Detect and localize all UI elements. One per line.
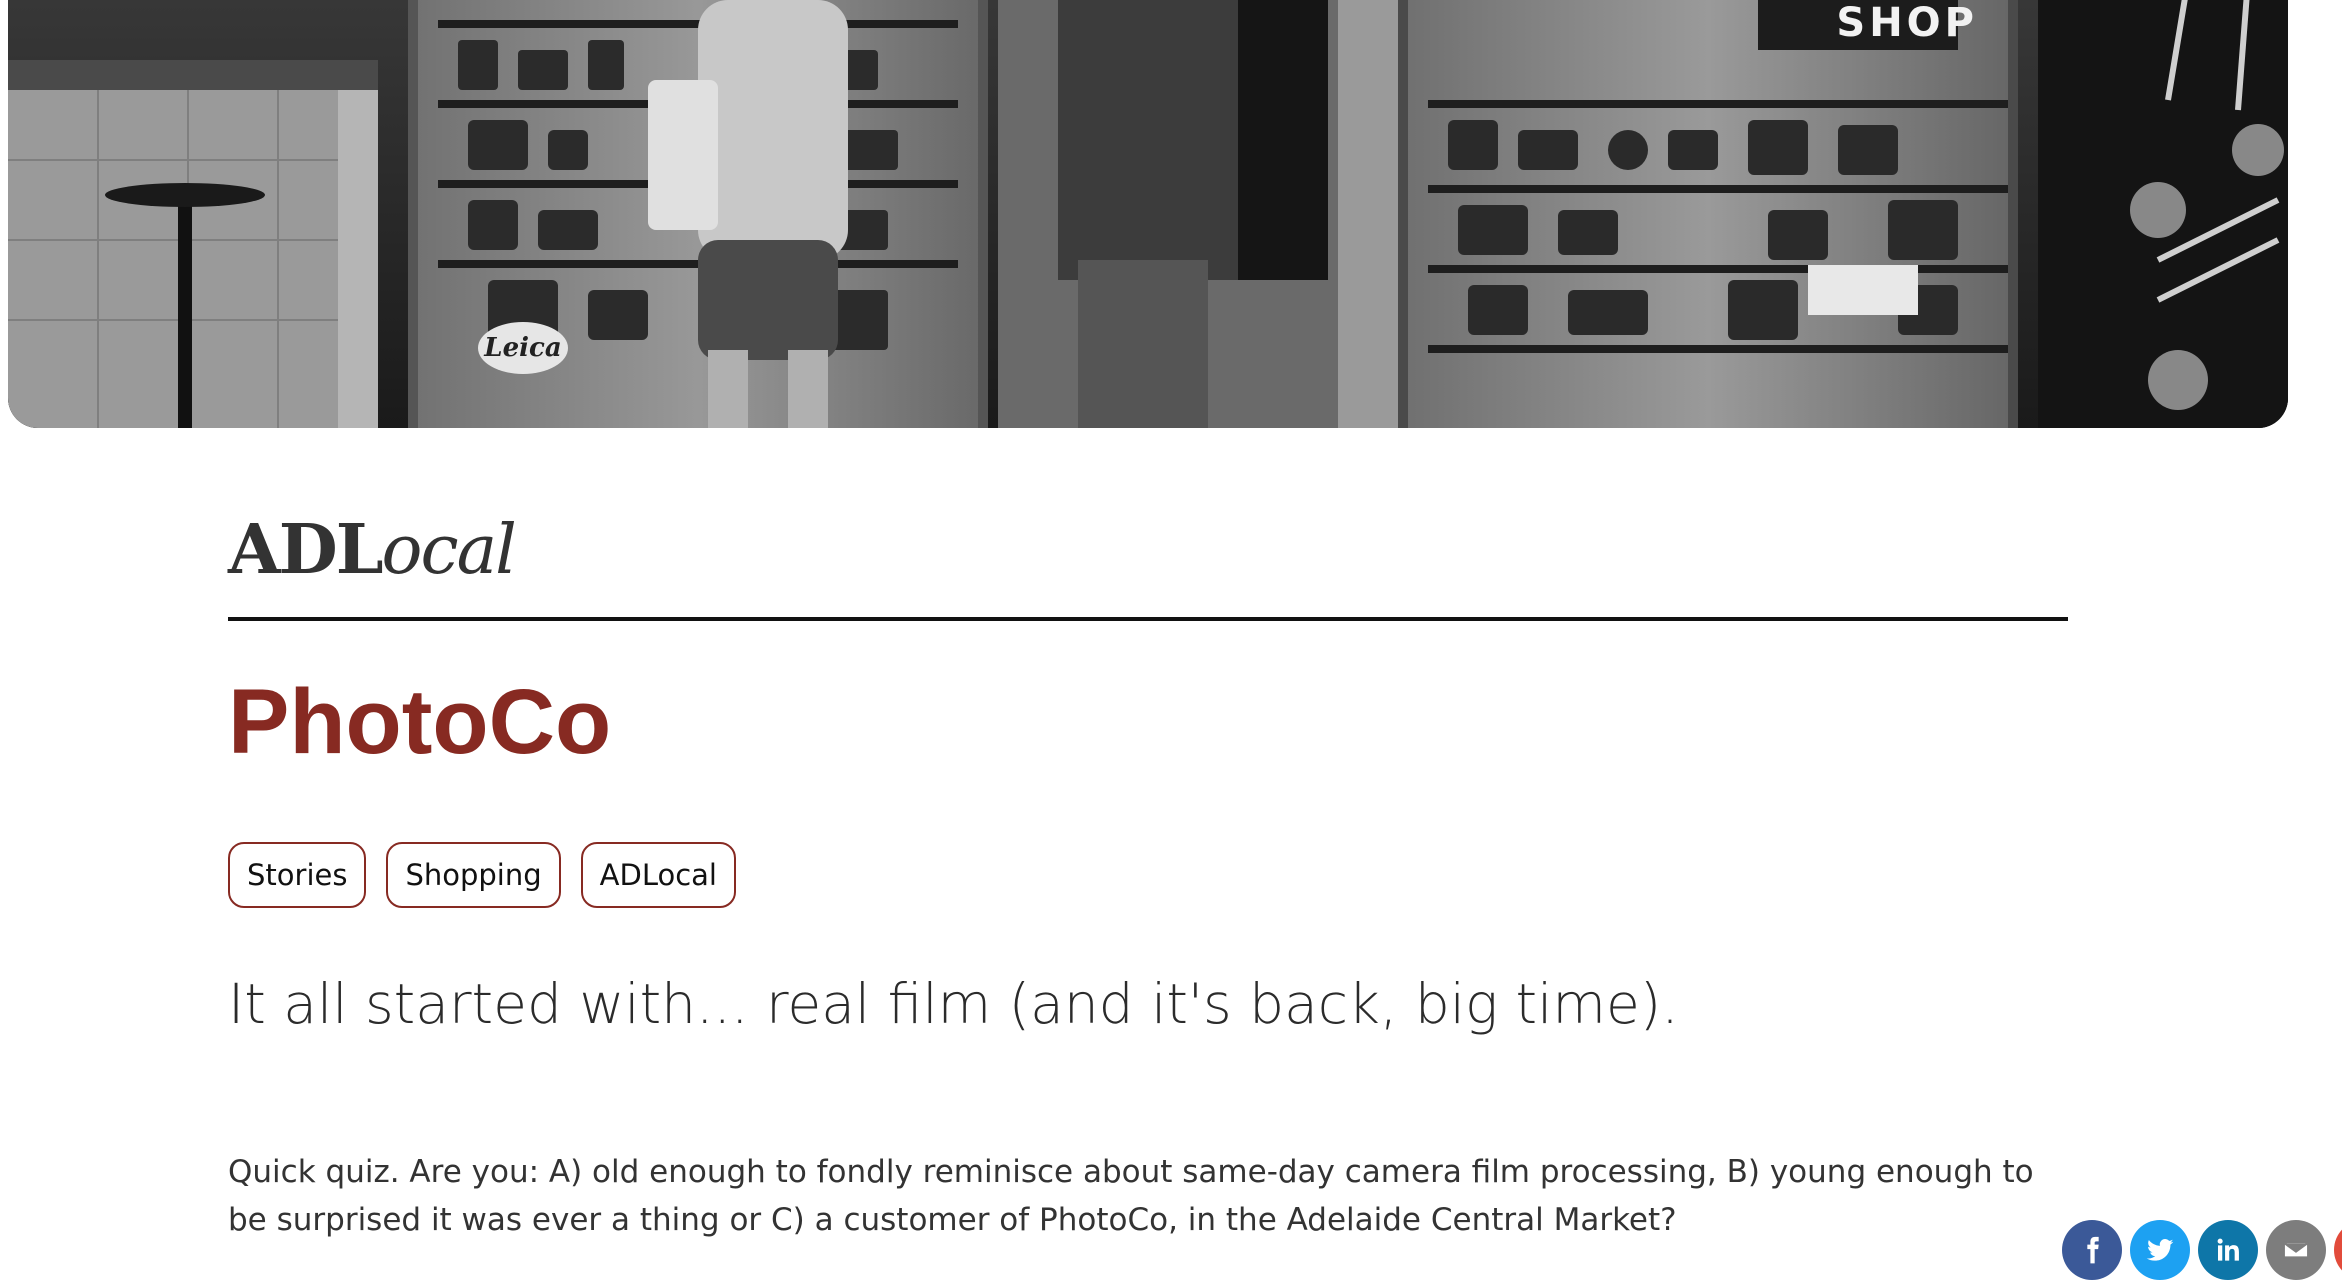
share-linkedin-button[interactable] [2198,1220,2258,1280]
tag-adlocal[interactable]: ADLocal [580,842,736,908]
article-body-paragraph: Quick quiz. Are you: A) old enough to fo… [228,1154,2034,1238]
share-twitter-button[interactable] [2130,1220,2190,1280]
share-more-button[interactable] [2334,1220,2342,1280]
tag-shopping[interactable]: Shopping [386,842,561,908]
brand-bold: ADL [228,510,384,590]
facebook-icon [2087,1236,2099,1264]
header-divider [228,617,2068,621]
tag-stories[interactable]: Stories [228,842,367,908]
linkedin-icon [2217,1238,2239,1261]
adlocal-logo[interactable]: ADLocal [228,516,517,585]
email-icon [2283,1241,2309,1259]
share-email-button[interactable] [2266,1220,2326,1280]
page: SHOP Leica ADLocal PhotoCo Stories Shopp… [0,0,2342,1284]
hero-photo [8,0,2288,428]
hero-image: SHOP Leica [8,0,2288,428]
twitter-icon [2146,1239,2174,1261]
article-title: PhotoCo [228,671,612,773]
hero-leica-logo: Leica [478,322,568,374]
share-facebook-button[interactable] [2062,1220,2122,1280]
tag-list: Stories Shopping ADLocal [228,842,736,908]
hero-shop-sign: SHOP [1836,0,1978,46]
article-subtitle: It all started with... real film (and it… [228,972,1679,1036]
share-bar [2062,1220,2342,1280]
brand-italic: ocal [381,511,517,590]
